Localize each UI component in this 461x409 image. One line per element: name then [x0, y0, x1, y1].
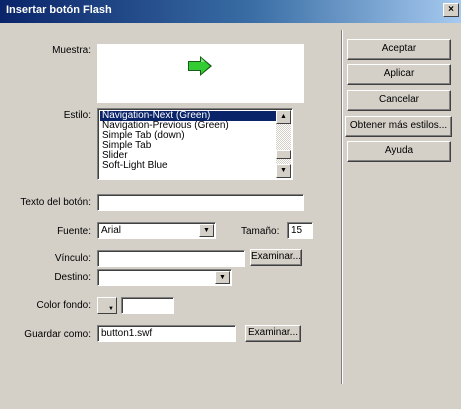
- bg-color-field[interactable]: [121, 297, 174, 314]
- browse-link-button[interactable]: Examinar...: [250, 249, 302, 266]
- help-button[interactable]: Ayuda: [347, 141, 451, 162]
- save-as-label: Guardar como:: [24, 329, 91, 340]
- scroll-thumb[interactable]: [276, 150, 291, 159]
- font-select[interactable]: Arial ▼: [97, 222, 216, 239]
- browse-save-button[interactable]: Examinar...: [245, 325, 301, 342]
- vertical-divider: [341, 30, 343, 384]
- ok-button[interactable]: Aceptar: [347, 39, 451, 60]
- color-picker-button[interactable]: ▼: [97, 297, 117, 314]
- size-field[interactable]: 15: [287, 222, 313, 239]
- save-as-field[interactable]: button1.swf: [97, 325, 236, 342]
- list-item-style[interactable]: Soft-Light Blue: [100, 161, 276, 171]
- insert-flash-button-dialog: Insertar botón Flash × Muestra: Estilo: …: [0, 0, 461, 409]
- target-select[interactable]: ▼: [97, 269, 232, 286]
- get-more-styles-button[interactable]: Obtener más estilos...: [345, 116, 452, 137]
- style-list-scrollbar[interactable]: ▲ ▼: [276, 110, 291, 178]
- style-label: Estilo:: [63, 110, 91, 121]
- window-title: Insertar botón Flash: [6, 4, 112, 16]
- title-bar: Insertar botón Flash ×: [0, 0, 461, 23]
- font-label: Fuente:: [57, 226, 91, 237]
- button-text-label: Texto del botón:: [20, 197, 91, 208]
- style-list-items: Navigation-Next (Green) Navigation-Previ…: [100, 111, 276, 177]
- sample-preview: [97, 44, 304, 103]
- link-field[interactable]: [97, 250, 245, 267]
- scroll-down-arrow-icon[interactable]: ▼: [276, 164, 291, 178]
- chevron-down-icon[interactable]: ▼: [199, 224, 214, 237]
- size-label: Tamaño:: [241, 226, 280, 237]
- cancel-button[interactable]: Cancelar: [347, 90, 451, 111]
- chevron-down-icon[interactable]: ▼: [215, 271, 230, 284]
- scroll-up-arrow-icon[interactable]: ▲: [276, 110, 291, 124]
- button-text-field[interactable]: [97, 194, 304, 211]
- style-listbox[interactable]: Navigation-Next (Green) Navigation-Previ…: [97, 108, 293, 180]
- link-label: Vínculo:: [54, 253, 91, 264]
- close-icon[interactable]: ×: [443, 3, 459, 17]
- green-next-arrow-icon: [188, 56, 212, 76]
- apply-button[interactable]: Aplicar: [347, 64, 451, 85]
- sample-label: Muestra:: [52, 45, 91, 56]
- chevron-down-icon: ▼: [108, 306, 114, 312]
- target-label: Destino:: [54, 272, 91, 283]
- font-select-value: Arial: [101, 225, 122, 236]
- bg-color-label: Color fondo:: [36, 300, 91, 311]
